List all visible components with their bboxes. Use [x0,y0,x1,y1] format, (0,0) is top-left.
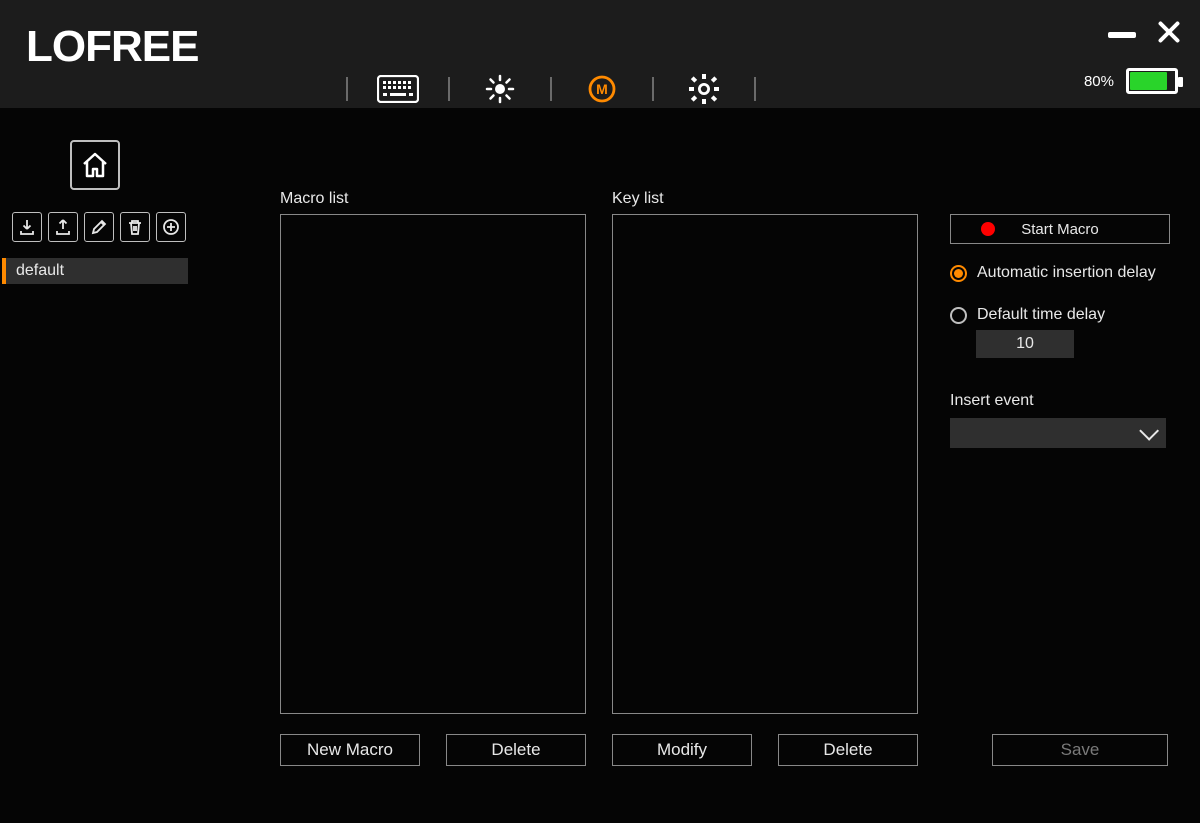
tab-keyboard[interactable] [376,73,420,105]
record-icon [981,222,995,236]
tab-brightness[interactable] [478,73,522,105]
nav-separator [652,77,654,101]
delay-input[interactable] [976,330,1074,358]
main-panel: default Macro list Key list New Macro De… [0,108,1200,823]
macro-list-label: Macro list [280,190,348,208]
export-button[interactable] [48,212,78,242]
profile-list: default [2,258,188,284]
radio-auto-delay[interactable]: Automatic insertion delay [950,264,1170,282]
edit-button[interactable] [84,212,114,242]
home-button[interactable] [70,140,120,190]
nav-separator [448,77,450,101]
battery-label: 80% [1084,73,1114,90]
radio-default-delay[interactable]: Default time delay [950,306,1170,324]
nav-separator [550,77,552,101]
start-macro-button[interactable]: Start Macro [950,214,1170,244]
nav-separator [346,77,348,101]
radio-auto-label: Automatic insertion delay [977,264,1156,282]
profile-item[interactable]: default [2,258,188,284]
save-button[interactable]: Save [992,734,1168,766]
battery-status: 80% [1084,68,1178,94]
insert-event-dropdown[interactable] [950,418,1166,448]
battery-icon [1126,68,1178,94]
import-button[interactable] [12,212,42,242]
minimize-button[interactable] [1108,18,1136,46]
add-profile-button[interactable] [156,212,186,242]
window-controls [1108,18,1182,46]
tab-macro[interactable]: M [580,73,624,105]
radio-icon [950,265,967,282]
header-bar: LoFree [0,0,1200,108]
profile-item-label: default [16,262,64,280]
start-macro-label: Start Macro [1021,221,1099,238]
radio-default-label: Default time delay [977,306,1105,324]
profile-toolbar [12,212,186,242]
chevron-down-icon [1139,421,1159,441]
key-list-label: Key list [612,190,664,208]
nav-separator [754,77,756,101]
key-list[interactable] [612,214,918,714]
radio-icon [950,307,967,324]
close-button[interactable] [1154,18,1182,46]
modify-key-button[interactable]: Modify [612,734,752,766]
nav-tabs: M [318,70,784,108]
delete-profile-button[interactable] [120,212,150,242]
svg-text:M: M [596,81,608,97]
right-panel: Start Macro Automatic insertion delay De… [950,214,1170,448]
delete-macro-button[interactable]: Delete [446,734,586,766]
brand-logo: LoFree [26,22,198,72]
macro-list[interactable] [280,214,586,714]
delete-key-button[interactable]: Delete [778,734,918,766]
new-macro-button[interactable]: New Macro [280,734,420,766]
tab-settings[interactable] [682,73,726,105]
insert-event-label: Insert event [950,392,1170,410]
